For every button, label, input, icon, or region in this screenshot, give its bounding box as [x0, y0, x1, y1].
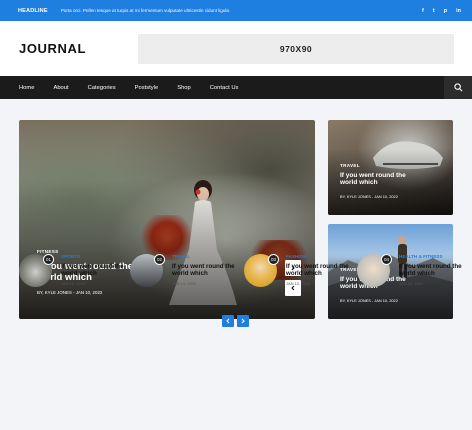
featured-post-side[interactable]: TRAVEL If you went round the world which… — [328, 120, 453, 215]
news-ticker[interactable]: Porta orci. Pellen tesque at turpis at m… — [61, 8, 231, 13]
site-header: JOURNAL 970X90 — [0, 21, 472, 76]
nav-item-about[interactable]: About — [53, 85, 68, 91]
pager-next-button[interactable] — [237, 315, 249, 327]
post-title[interactable]: If you went round the world which — [61, 263, 131, 277]
list-item[interactable]: 04 HEALTH & FITNESS If you went round th… — [357, 254, 467, 294]
rank-badge: 02 — [154, 254, 165, 265]
twitter-icon[interactable]: t — [433, 8, 435, 14]
nav-item-home[interactable]: Home — [19, 85, 34, 91]
chevron-left-icon — [226, 318, 230, 324]
post-title[interactable]: If you went round the world which — [286, 263, 356, 277]
rank-badge: 03 — [268, 254, 279, 265]
post-date: JAN 10, 2022 — [399, 281, 424, 286]
search-icon — [453, 83, 462, 92]
nav-item-categories[interactable]: Categories — [88, 85, 116, 91]
post-title[interactable]: If you went round the world which — [399, 263, 469, 277]
post-category[interactable]: FASHION — [286, 254, 306, 259]
post-meta: BY, KYLE JONES - JAN 10, 2022 — [340, 298, 398, 303]
list-item[interactable]: 01 SPORTS If you went round the world wh… — [19, 254, 129, 294]
post-title[interactable]: If you went round the world which — [172, 263, 242, 277]
post-meta: BY, KYLE JONES - JAN 10, 2022 — [340, 194, 398, 199]
post-category[interactable]: SPORTS — [61, 254, 80, 259]
ad-banner-label: 970X90 — [279, 44, 313, 54]
post-date: JAN 10, 2022 — [286, 281, 311, 286]
pinterest-icon[interactable]: p — [444, 8, 447, 14]
post-category[interactable]: TRAVEL — [172, 254, 190, 259]
main-nav: Home About Categories Poststyle Shop Con… — [0, 76, 472, 99]
post-title[interactable]: If you went round the world which — [340, 172, 420, 187]
rank-badge: 01 — [43, 254, 54, 265]
nav-item-poststyle[interactable]: Poststyle — [135, 85, 159, 91]
card-overlay — [19, 179, 315, 319]
chevron-right-icon — [241, 318, 245, 324]
post-date: JAN 10, 2022 — [172, 281, 197, 286]
search-button[interactable] — [444, 76, 472, 99]
pager-prev-button[interactable] — [222, 315, 234, 327]
post-category[interactable]: HEALTH & FITNESS — [399, 254, 443, 259]
rank-badge: 04 — [381, 254, 392, 265]
ad-banner[interactable]: 970X90 — [138, 34, 454, 64]
facebook-icon[interactable]: f — [422, 8, 424, 14]
post-category[interactable]: TRAVEL — [340, 163, 360, 168]
nav-item-shop[interactable]: Shop — [177, 85, 191, 91]
headline-label: HEADLINE — [18, 7, 48, 14]
nav-item-contact[interactable]: Contact Us — [210, 85, 239, 91]
list-item[interactable]: 02 TRAVEL If you went round the world wh… — [130, 254, 240, 294]
post-date: JAN 10, 2022 — [61, 281, 86, 286]
list-item[interactable]: 03 FASHION If you went round the world w… — [244, 254, 354, 294]
site-logo[interactable]: JOURNAL — [19, 41, 86, 56]
linkedin-icon[interactable]: in — [456, 8, 461, 14]
top-bar: HEADLINE Porta orci. Pellen tesque at tu… — [0, 0, 472, 21]
social-links: f t p in — [422, 0, 461, 21]
